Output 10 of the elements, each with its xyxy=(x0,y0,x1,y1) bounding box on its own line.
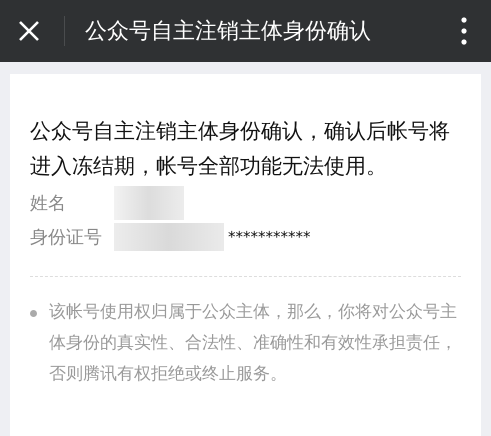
note-text: 该帐号使用权归属于公众主体，那么，你将对公众号主体身份的真实性、合法性、准确性和有效性承担责任，否则腾讯有权拒绝或终止服务。 xyxy=(49,301,458,386)
bullet-icon xyxy=(30,310,37,317)
close-icon[interactable] xyxy=(18,20,40,42)
field-label: 姓名 xyxy=(30,192,67,215)
field-value: *********** xyxy=(228,228,310,246)
notice-text: 公众号自主注销主体身份确认，确认后帐号将进入冻结期，帐号全部功能无法使用。 xyxy=(30,118,451,180)
page-title: 公众号自主注销主体身份确认 xyxy=(85,18,372,46)
more-icon[interactable] xyxy=(461,17,467,45)
redaction-blur xyxy=(114,186,184,220)
field-label: 身份证号 xyxy=(30,226,103,249)
